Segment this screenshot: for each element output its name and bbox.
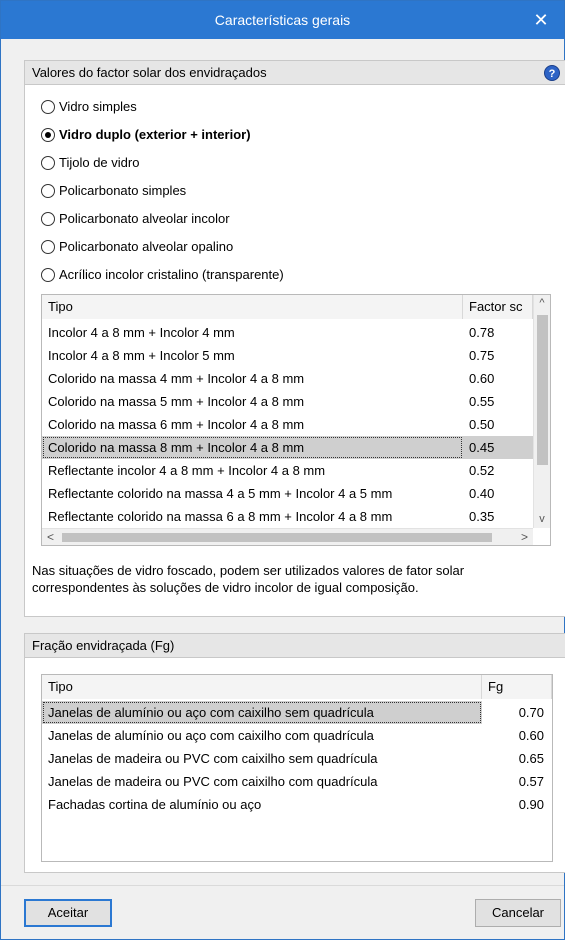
- radio-button[interactable]: [41, 156, 55, 170]
- cell-tipo: Janelas de madeira ou PVC com caixilho s…: [48, 751, 378, 766]
- table-body: Janelas de alumínio ou aço com caixilho …: [42, 701, 552, 816]
- horizontal-scroll-thumb[interactable]: [62, 533, 492, 542]
- close-icon: ✕: [533, 10, 549, 30]
- cell-tipo: Colorido na massa 6 mm + Incolor 4 a 8 m…: [48, 417, 305, 432]
- title-bar: Características gerais ✕: [1, 1, 564, 39]
- vertical-scroll-thumb[interactable]: [537, 315, 548, 465]
- radio-policarbonato-simples[interactable]: Policarbonato simples: [41, 177, 565, 205]
- table-row[interactable]: Janelas de madeira ou PVC com caixilho c…: [42, 770, 552, 793]
- column-header-fg[interactable]: Fg: [482, 675, 552, 699]
- radio-acrilico-incolor[interactable]: Acrílico incolor cristalino (transparent…: [41, 261, 565, 289]
- table-header: Tipo Factor sc: [42, 295, 533, 319]
- cell-tipo: Fachadas cortina de alumínio ou aço: [48, 797, 262, 812]
- cell-factor: 0.35: [469, 509, 495, 524]
- table-row[interactable]: Colorido na massa 6 mm + Incolor 4 a 8 m…: [42, 413, 533, 436]
- cell-tipo: Reflectante colorido na massa 4 a 5 mm +…: [48, 486, 393, 501]
- horizontal-scrollbar[interactable]: < >: [42, 528, 533, 545]
- radio-policarbonato-alveolar-opalino[interactable]: Policarbonato alveolar opalino: [41, 233, 565, 261]
- cell-tipo: Janelas de alumínio ou aço com caixilho …: [48, 728, 374, 743]
- table-header: Tipo Fg: [42, 675, 552, 699]
- radio-policarbonato-alveolar-incolor[interactable]: Policarbonato alveolar incolor: [41, 205, 565, 233]
- solar-factor-header: Valores do factor solar dos envidraçados…: [25, 61, 565, 85]
- cell-factor: 0.78: [469, 325, 495, 340]
- table-row[interactable]: Colorido na massa 4 mm + Incolor 4 a 8 m…: [42, 367, 533, 390]
- cell-fg: 0.65: [518, 751, 544, 766]
- table-body: Incolor 4 a 8 mm + Incolor 4 mm 0.78 Inc…: [42, 321, 533, 530]
- cell-tipo: Reflectante colorido na massa 6 a 8 mm +…: [48, 509, 393, 524]
- column-header-tipo[interactable]: Tipo: [42, 675, 482, 699]
- frosted-glass-note: Nas situações de vidro foscado, podem se…: [32, 563, 465, 595]
- scroll-right-icon[interactable]: >: [516, 529, 533, 545]
- dialog-title: Características gerais: [214, 12, 351, 28]
- radio-button-checked[interactable]: [41, 128, 55, 142]
- radio-label: Policarbonato simples: [59, 183, 187, 198]
- cell-factor: 0.45: [469, 440, 495, 455]
- glazed-fraction-header: Fração envidraçada (Fg): [25, 634, 565, 658]
- cell-factor: 0.40: [469, 486, 495, 501]
- cell-tipo: Colorido na massa 8 mm + Incolor 4 a 8 m…: [42, 436, 463, 459]
- radio-label: Policarbonato alveolar opalino: [59, 239, 234, 254]
- cell-tipo: Colorido na massa 5 mm + Incolor 4 a 8 m…: [48, 394, 305, 409]
- cell-factor: 0.75: [469, 348, 495, 363]
- solar-factor-header-label: Valores do factor solar dos envidraçados: [32, 65, 267, 80]
- radio-button[interactable]: [41, 240, 55, 254]
- glazed-fraction-group: Fração envidraçada (Fg) Tipo Fg Janelas …: [24, 633, 565, 873]
- glazed-fraction-table: Tipo Fg Janelas de alumínio ou aço com c…: [41, 674, 553, 862]
- radio-label: Vidro simples: [59, 99, 137, 114]
- column-header-tipo[interactable]: Tipo: [42, 295, 463, 319]
- table-row[interactable]: Janelas de alumínio ou aço com caixilho …: [42, 724, 552, 747]
- cell-tipo: Colorido na massa 4 mm + Incolor 4 a 8 m…: [48, 371, 305, 386]
- dialog-window: Características gerais ✕ Valores do fact…: [0, 0, 565, 940]
- cell-tipo: Reflectante incolor 4 a 8 mm + Incolor 4…: [48, 463, 326, 478]
- radio-label: Vidro duplo (exterior + interior): [59, 127, 251, 142]
- cell-tipo: Janelas de alumínio ou aço com caixilho …: [42, 701, 482, 724]
- radio-vidro-simples[interactable]: Vidro simples: [41, 93, 565, 121]
- table-row[interactable]: Reflectante incolor 4 a 8 mm + Incolor 4…: [42, 459, 533, 482]
- radio-label: Policarbonato alveolar incolor: [59, 211, 230, 226]
- radio-vidro-duplo[interactable]: Vidro duplo (exterior + interior): [41, 121, 565, 149]
- radio-button[interactable]: [41, 212, 55, 226]
- cancel-button[interactable]: Cancelar: [475, 899, 561, 927]
- table-row-selected[interactable]: Janelas de alumínio ou aço com caixilho …: [42, 701, 552, 724]
- solar-factor-group: Valores do factor solar dos envidraçados…: [24, 60, 565, 617]
- scroll-down-icon[interactable]: v: [534, 511, 550, 528]
- table-row[interactable]: Fachadas cortina de alumínio ou aço 0.90: [42, 793, 552, 816]
- radio-tijolo-de-vidro[interactable]: Tijolo de vidro: [41, 149, 565, 177]
- help-icon[interactable]: ?: [544, 65, 560, 81]
- vertical-scrollbar[interactable]: ^ v: [533, 295, 550, 528]
- glazed-fraction-header-label: Fração envidraçada (Fg): [32, 638, 175, 653]
- table-row[interactable]: Reflectante colorido na massa 6 a 8 mm +…: [42, 505, 533, 528]
- radio-button[interactable]: [41, 184, 55, 198]
- radio-label: Acrílico incolor cristalino (transparent…: [59, 267, 284, 282]
- table-row[interactable]: Incolor 4 a 8 mm + Incolor 5 mm 0.75: [42, 344, 533, 367]
- solar-factor-table: Tipo Factor sc Incolor 4 a 8 mm + Incolo…: [41, 294, 551, 546]
- cell-tipo: Janelas de madeira ou PVC com caixilho c…: [48, 774, 378, 789]
- scroll-left-icon[interactable]: <: [42, 529, 59, 545]
- radio-button[interactable]: [41, 268, 55, 282]
- cell-factor: 0.60: [469, 371, 495, 386]
- cell-factor: 0.50: [469, 417, 495, 432]
- table-row[interactable]: Janelas de madeira ou PVC com caixilho s…: [42, 747, 552, 770]
- table-row[interactable]: Reflectante colorido na massa 4 a 5 mm +…: [42, 482, 533, 505]
- column-header-factor[interactable]: Factor sc: [463, 295, 533, 319]
- cell-factor: 0.55: [469, 394, 495, 409]
- cell-fg: 0.70: [482, 701, 552, 724]
- radio-button[interactable]: [41, 100, 55, 114]
- glass-type-radio-group: Vidro simples Vidro duplo (exterior + in…: [25, 85, 565, 289]
- cell-fg: 0.60: [518, 728, 544, 743]
- table-row[interactable]: Incolor 4 a 8 mm + Incolor 4 mm 0.78: [42, 321, 533, 344]
- cell-tipo: Incolor 4 a 8 mm + Incolor 4 mm: [48, 325, 235, 340]
- scroll-up-icon[interactable]: ^: [534, 295, 550, 312]
- close-button[interactable]: ✕: [518, 1, 564, 39]
- cell-tipo: Incolor 4 a 8 mm + Incolor 5 mm: [48, 348, 235, 363]
- footer-divider: [1, 885, 564, 886]
- accept-button[interactable]: Aceitar: [24, 899, 112, 927]
- table-row[interactable]: Colorido na massa 5 mm + Incolor 4 a 8 m…: [42, 390, 533, 413]
- cell-fg: 0.57: [518, 774, 544, 789]
- radio-label: Tijolo de vidro: [59, 155, 140, 170]
- cell-factor: 0.52: [469, 463, 495, 478]
- table-row-selected[interactable]: Colorido na massa 8 mm + Incolor 4 a 8 m…: [42, 436, 533, 459]
- cell-fg: 0.90: [518, 797, 544, 812]
